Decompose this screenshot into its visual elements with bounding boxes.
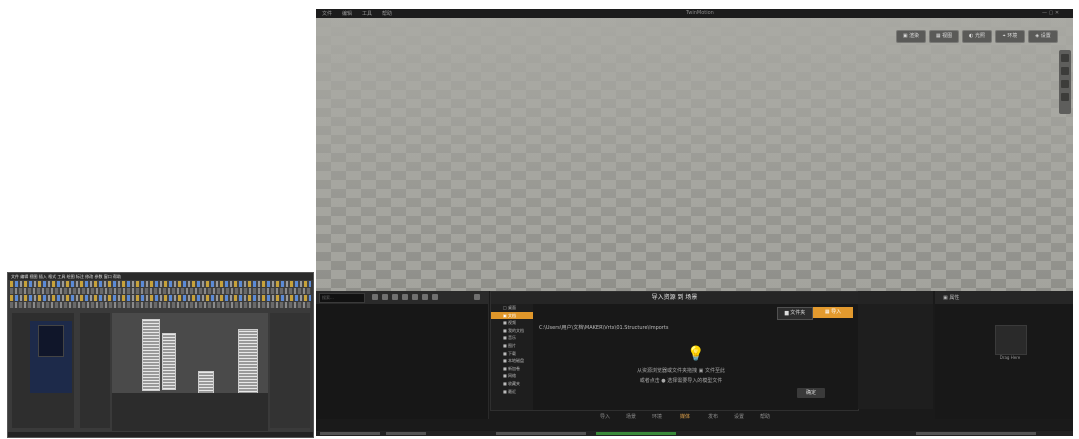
properties-title: ▣ 属性: [943, 295, 960, 301]
cad-statusbar: [8, 432, 313, 437]
viewport-button-view[interactable]: ▦ 视图: [929, 30, 959, 43]
building-tower-2: [162, 333, 176, 390]
folder-button[interactable]: ▆ 文件夹: [777, 307, 813, 320]
viewport-button-render[interactable]: ▣ 渲染: [896, 30, 926, 43]
taskbar: [316, 431, 1073, 436]
tree-item[interactable]: ■ 本地磁盘: [491, 357, 533, 365]
taskbar-segment[interactable]: [496, 432, 586, 435]
dialog-side-toolbar: [858, 291, 933, 304]
thumbnail-label: Drag Here: [999, 355, 1021, 360]
path-display: C:\Users\用户\文档\MAKER\Vrtx\01.Structure\I…: [539, 325, 669, 331]
tree-item[interactable]: ■ 收藏夹: [491, 380, 533, 388]
tree-item[interactable]: ■ 新加卷: [491, 365, 533, 373]
grid-icon[interactable]: [382, 294, 388, 300]
taskbar-segment[interactable]: [916, 432, 1036, 435]
3d-viewport[interactable]: ▣ 渲染 ▦ 视图 ◐ 光照 ⌖ 环境 ◈ 设置: [316, 18, 1073, 300]
render-app-window: 文件 编辑 工具 帮助 TwinMotion — ▢ ✕ ▣ 渲染 ▦ 视图 ◐…: [316, 9, 1073, 436]
tree-item[interactable]: ■ 下载: [491, 350, 533, 358]
mode-media[interactable]: 媒体: [680, 413, 690, 420]
import-dialog: 导入资源 到 场景 □ 桌面 ▣ 文档 ■ 视频 ■ 我的文档 ■ 音乐 ■ 图…: [490, 291, 859, 411]
file-thumbnail-icon[interactable]: [995, 325, 1027, 355]
import-button[interactable]: ▦ 导入: [813, 307, 853, 318]
scale-icon[interactable]: [1061, 80, 1069, 88]
cad-toolbar-4[interactable]: [10, 302, 311, 308]
lightbulb-icon: 💡: [687, 346, 705, 362]
library-dock: 搜索...: [316, 291, 489, 419]
taskbar-segment[interactable]: [320, 432, 380, 435]
list-icon[interactable]: [372, 294, 378, 300]
library-dock-header: 搜索...: [316, 291, 488, 304]
mode-scene[interactable]: 场景: [626, 413, 636, 420]
menu-help[interactable]: 帮助: [382, 10, 392, 17]
cad-toolbar-1[interactable]: [10, 281, 311, 287]
rotate-icon[interactable]: [1061, 67, 1069, 75]
menu-tools[interactable]: 工具: [362, 10, 372, 17]
cad-right-panel: [270, 313, 310, 428]
dialog-title: 导入资源 到 场景: [491, 292, 858, 304]
titlebar: 文件 编辑 工具 帮助 TwinMotion — ▢ ✕: [316, 9, 1073, 18]
folder-tree: □ 桌面 ▣ 文档 ■ 视频 ■ 我的文档 ■ 音乐 ■ 图片 ■ 下载 ■ 本…: [491, 304, 533, 410]
cad-menubar: 文件 编辑 视图 插入 格式 工具 绘图 标注 修改 参数 窗口 帮助: [8, 273, 313, 280]
viewport-button-environment[interactable]: ⌖ 环境: [995, 30, 1025, 43]
viewport-side-toolbar: [1059, 50, 1071, 114]
cad-tool-palette: [80, 313, 110, 428]
drop-hint-2: 或者点击 ● 选择需要导入的模型文件: [639, 378, 723, 384]
cad-toolbar-3[interactable]: [10, 295, 311, 301]
taskbar-segment[interactable]: [386, 432, 426, 435]
menu-file[interactable]: 文件: [322, 10, 332, 17]
mode-environment[interactable]: 环境: [652, 413, 662, 420]
drop-hint-1: 从资源浏览器或文件夹拖拽 ▣ 文件至此: [637, 368, 725, 374]
cad-popup-menu[interactable]: [38, 325, 64, 357]
building-tower-1: [142, 319, 160, 391]
ground-plane: [112, 393, 268, 431]
move-icon[interactable]: [1061, 54, 1069, 62]
cad-3d-viewport[interactable]: [112, 313, 268, 431]
collapse-icon[interactable]: [474, 294, 480, 300]
mode-publish[interactable]: 发布: [708, 413, 718, 420]
confirm-button[interactable]: 确定: [797, 388, 825, 398]
mode-help[interactable]: 帮助: [760, 413, 770, 420]
bottom-panel: 搜索... 导入资源 到 场景 □ 桌面 ▣ 文档 ■ 视频 ■ 我的文档 ■ …: [316, 291, 1073, 436]
snap-icon[interactable]: [1061, 93, 1069, 101]
filter-icon[interactable]: [392, 294, 398, 300]
tree-item[interactable]: ■ 最近: [491, 388, 533, 396]
sort-icon[interactable]: [402, 294, 408, 300]
tree-item[interactable]: ■ 图片: [491, 342, 533, 350]
cad-toolbar-2[interactable]: [10, 288, 311, 294]
menu-edit[interactable]: 编辑: [342, 10, 352, 17]
viewport-button-settings[interactable]: ◈ 设置: [1028, 30, 1058, 43]
folder-icon[interactable]: [412, 294, 418, 300]
mode-import[interactable]: 导入: [600, 413, 610, 420]
tree-item[interactable]: ■ 我的文档: [491, 327, 533, 335]
properties-dock: ▣ 属性 Drag Here: [935, 291, 1073, 419]
tree-item[interactable]: ■ 视频: [491, 319, 533, 327]
dialog-side-panel: [858, 291, 933, 409]
tree-item[interactable]: ■ 音乐: [491, 334, 533, 342]
viewport-button-light[interactable]: ◐ 光照: [962, 30, 992, 43]
mode-settings[interactable]: 设置: [734, 413, 744, 420]
tree-item[interactable]: ■ 网络: [491, 372, 533, 380]
properties-header: ▣ 属性: [935, 291, 1073, 304]
refresh-icon[interactable]: [422, 294, 428, 300]
taskbar-segment[interactable]: [596, 432, 676, 435]
window-controls[interactable]: — ▢ ✕: [1042, 10, 1059, 16]
cad-screenshot: 文件 编辑 视图 插入 格式 工具 绘图 标注 修改 参数 窗口 帮助: [7, 272, 314, 438]
app-title: TwinMotion: [686, 10, 714, 16]
link-icon[interactable]: [432, 294, 438, 300]
tree-item[interactable]: □ 桌面: [491, 304, 533, 312]
library-search-input[interactable]: 搜索...: [319, 293, 365, 303]
tree-item-active[interactable]: ▣ 文档: [491, 311, 533, 320]
